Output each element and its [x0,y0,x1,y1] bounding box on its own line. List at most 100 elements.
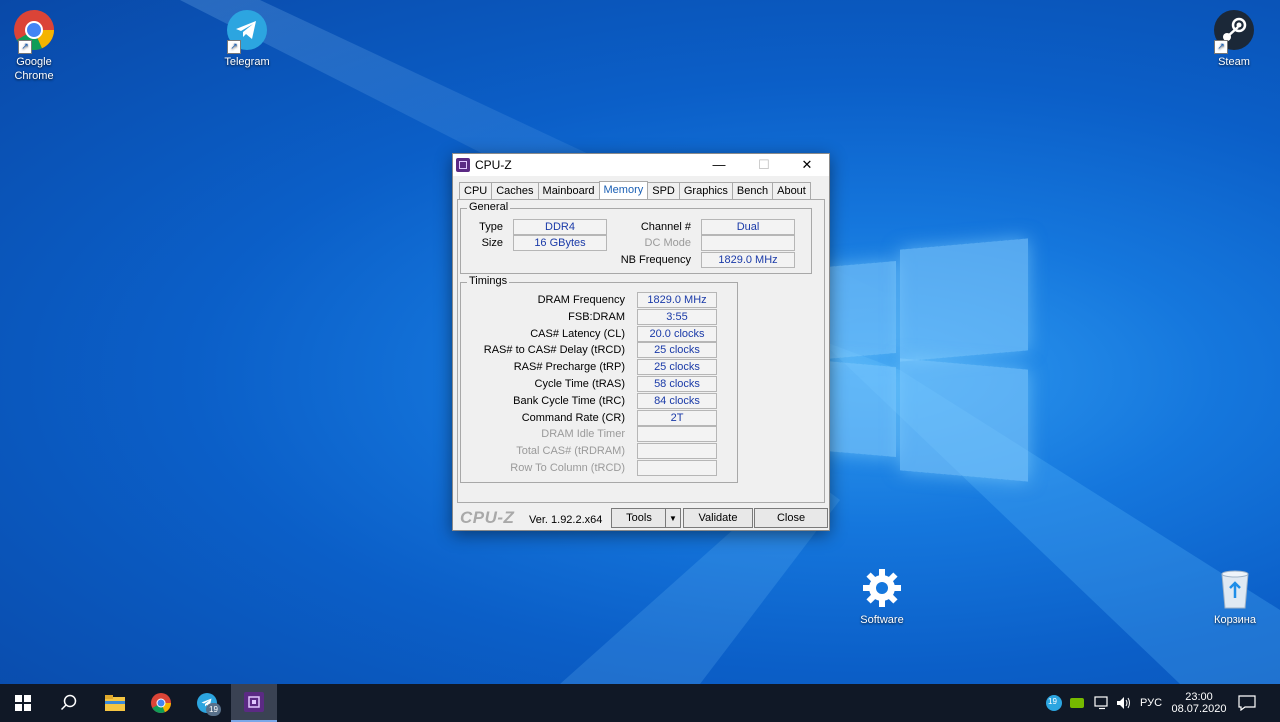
general-group: General Type DDR4 Size 16 GBytes Channel… [460,201,812,274]
general-group-title: General [467,201,511,213]
timing-label: Bank Cycle Time (tRC) [513,394,625,407]
cpuz-app-icon [244,692,264,712]
search-button[interactable] [46,684,92,722]
notification-icon [1238,695,1256,711]
timing-label: FSB:DRAM [568,310,625,323]
close-window-button[interactable]: ✕ [785,154,829,176]
desktop-icon-telegram[interactable]: ↗ Telegram [207,8,287,69]
timing-value: 3:55 [637,308,717,325]
memory-panel: General Type DDR4 Size 16 GBytes Channel… [457,199,825,503]
tab-memory[interactable]: Memory [598,181,649,201]
footer-bar: CPU-Z Ver. 1.92.2.x64 Tools ▼ Validate C… [453,506,829,530]
type-label: Type [479,221,503,233]
tools-button[interactable]: Tools [611,508,667,528]
gear-icon [860,566,904,610]
tray-clock[interactable]: 23:00 08.07.2020 [1171,684,1227,722]
timing-label: DRAM Frequency [537,294,625,306]
maximize-icon: ☐ [758,157,770,172]
timing-value [637,443,717,460]
desktop-icon-label: Google Chrome [14,56,54,82]
timing-value: 25 clocks [637,359,717,376]
tab-bench[interactable]: Bench [731,182,774,200]
timing-label: Cycle Time (tRAS) [534,378,625,390]
tab-about[interactable]: About [772,182,811,200]
minimize-icon: — [712,157,726,172]
desktop-icon-label: Telegram [224,56,270,68]
timing-label: DRAM Idle Timer [541,428,625,441]
close-button[interactable]: Close [754,508,828,528]
tools-dropdown-button[interactable]: ▼ [665,508,681,528]
channel-label: Channel # [640,221,691,233]
tray-language[interactable]: РУС [1140,684,1162,722]
chrome-icon [151,693,171,713]
timing-value: 2T [637,409,717,426]
desktop-icon-recycle-bin[interactable]: Корзина [1195,566,1275,627]
taskbar-explorer[interactable] [92,684,138,722]
chevron-down-icon: ▼ [669,514,677,523]
desktop-icon-chrome[interactable]: ↗ Google Chrome [0,8,74,83]
volume-icon [1117,697,1130,709]
timing-label: RAS# Precharge (tRP) [513,361,625,374]
desktop-icon-label: Software [860,614,904,626]
window-title: CPU-Z [475,158,512,172]
size-value: 16 GBytes [513,235,607,251]
timing-value [637,460,717,476]
action-center-button[interactable] [1238,684,1256,722]
nb-frequency-label: NB Frequency [620,254,691,266]
timing-value: 84 clocks [637,392,717,409]
dc-mode-label: DC Mode [644,237,691,249]
type-value: DDR4 [513,219,607,235]
windows-logo-wallpaper [800,238,1030,482]
desktop-icon-software[interactable]: Software [842,566,922,627]
start-button[interactable] [0,684,46,722]
tray-telegram[interactable]: 19 [1046,684,1062,722]
tab-graphics[interactable]: Graphics [678,182,733,200]
timing-value [637,426,717,443]
timing-value: 20.0 clocks [637,325,717,342]
telegram-badge: 19 [206,703,221,716]
timing-value: 25 clocks [637,342,717,359]
clock-date: 08.07.2020 [1171,703,1227,715]
validate-button[interactable]: Validate [683,508,753,528]
taskbar-telegram[interactable]: 19 [184,684,230,722]
timing-label: Row To Column (tRCD) [510,462,625,474]
minimize-button[interactable]: — [697,154,741,176]
tray-badge: 19 [1048,697,1057,706]
search-icon [60,694,77,711]
tray-volume[interactable] [1116,684,1132,722]
timing-label: CAS# Latency (CL) [530,327,625,340]
tab-cpu[interactable]: CPU [459,182,493,200]
close-icon: ✕ [801,157,813,172]
desktop-icon-label: Корзина [1214,614,1256,626]
timing-value: 58 clocks [637,376,717,392]
timing-label: Command Rate (CR) [521,411,625,424]
desktop-icon-steam[interactable]: ↗ Steam [1194,8,1274,69]
tab-mainboard[interactable]: Mainboard [537,182,600,200]
timing-value: 1829.0 MHz [637,292,717,308]
taskbar-chrome[interactable] [138,684,184,722]
title-bar[interactable]: CPU-Z — ☐ ✕ [453,154,829,176]
cpuz-app-icon [456,158,470,172]
size-label: Size [481,237,503,249]
taskbar-cpuz[interactable] [231,684,277,722]
telegram-icon: ↗ [225,8,269,54]
timing-label: RAS# to CAS# Delay (tRCD) [483,344,625,357]
version-text: Ver. 1.92.2.x64 [529,514,603,526]
dc-mode-value [701,235,795,251]
tray-nvidia[interactable] [1070,684,1084,722]
timings-group: Timings DRAM Frequency 1829.0 MHz FSB:DRAM… [460,275,738,483]
clock-time: 23:00 [1185,691,1213,703]
tab-caches[interactable]: Caches [491,182,539,200]
timing-label: Total CAS# (tRDRAM) [516,445,625,458]
steam-icon: ↗ [1212,8,1256,54]
folder-icon [105,695,125,711]
tab-bar: CPU Caches Mainboard Memory SPD Graphics… [459,181,811,201]
taskbar: 19 19 РУС 23:00 08.07.2020 [0,684,1280,722]
tray-telegram-icon: 19 [1046,695,1062,711]
tab-spd[interactable]: SPD [647,182,680,200]
network-icon [1094,696,1108,710]
channel-value: Dual [701,219,795,235]
desktop-icon-label: Steam [1218,56,1250,68]
cpuz-window: CPU-Z — ☐ ✕ CPU Caches Mainboard Memory … [452,153,830,531]
tray-network[interactable] [1094,684,1110,722]
